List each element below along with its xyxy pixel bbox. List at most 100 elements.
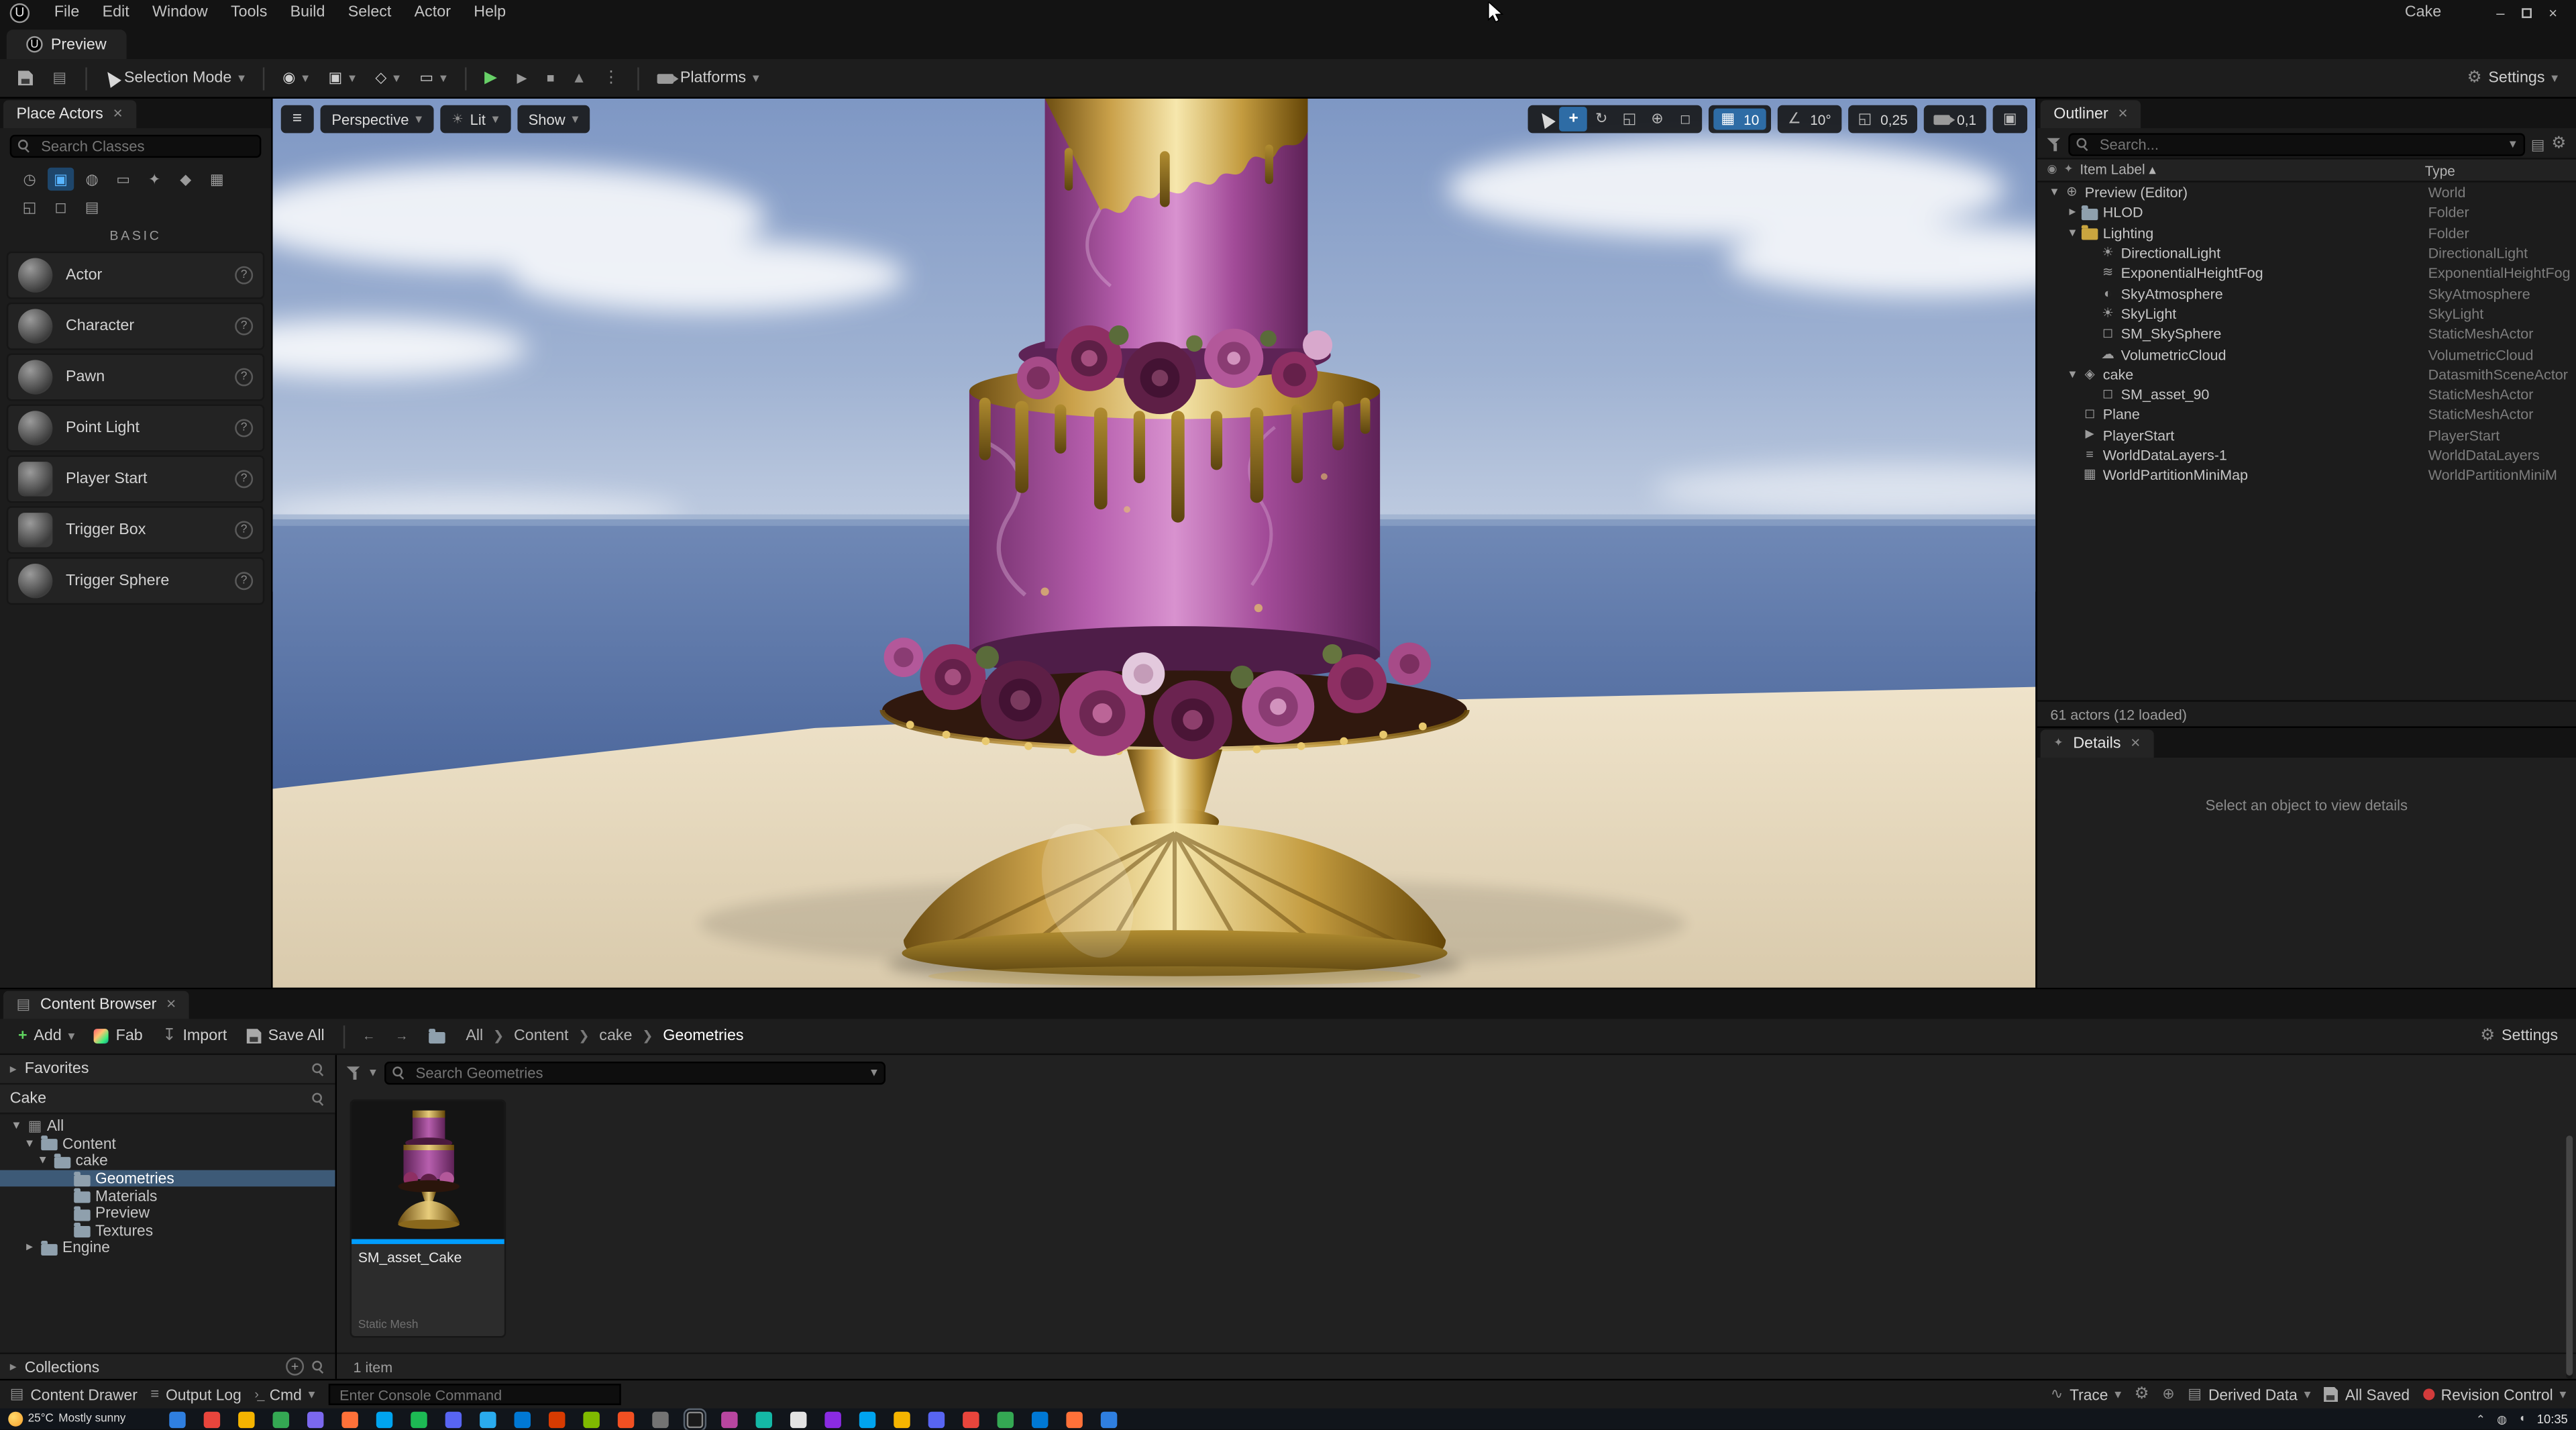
taskbar-app-icon[interactable] (1099, 1411, 1117, 1427)
outliner-tab[interactable]: Outliner (2040, 100, 2141, 129)
close-button[interactable]: × (2540, 1, 2566, 23)
taskbar-unreal-engine-icon[interactable] (682, 1407, 706, 1430)
world-space-icon[interactable] (1644, 107, 1672, 132)
output-log-button[interactable]: Output Log (150, 1386, 241, 1402)
taskbar-app-icon[interactable] (1065, 1411, 1082, 1427)
console-command-bar[interactable] (328, 1384, 621, 1405)
maximize-viewport-icon[interactable] (1996, 107, 2025, 132)
add-collection-icon[interactable] (286, 1357, 305, 1376)
taskbar-app-icon[interactable] (444, 1411, 461, 1427)
weather-widget[interactable]: 25°C Mostly sunny (8, 1411, 125, 1427)
viewport-options-button[interactable] (280, 105, 314, 134)
taskbar-app-icon[interactable] (755, 1411, 771, 1427)
cb-settings-button[interactable]: Settings (2472, 1021, 2566, 1051)
menu-build[interactable]: Build (279, 3, 337, 21)
outliner-settings-icon[interactable] (2551, 136, 2566, 152)
path-folder-button[interactable] (420, 1021, 453, 1051)
visual-effects-category-icon[interactable]: ✦ (142, 168, 168, 191)
surface-snap-icon[interactable] (1671, 107, 1699, 132)
taskbar-app-icon[interactable] (237, 1411, 254, 1427)
editor-modes-button[interactable] (44, 63, 74, 93)
outliner-row[interactable]: VolumetricCloudVolumetricCloud (2037, 344, 2576, 364)
taskbar-app-icon[interactable] (168, 1411, 185, 1427)
search-icon[interactable] (312, 1360, 325, 1374)
rotation-snap-value[interactable]: 10° (1809, 111, 1838, 127)
tree-item-engine[interactable]: Engine (0, 1239, 335, 1257)
close-icon[interactable] (113, 106, 123, 122)
collections-bar[interactable]: Collections (0, 1352, 335, 1379)
details-tab[interactable]: Details (2040, 729, 2154, 758)
outliner-search[interactable] (2068, 133, 2524, 156)
tree-item-cake[interactable]: cake (0, 1152, 335, 1170)
nav-forward-button[interactable] (387, 1021, 417, 1051)
place-actor-item[interactable]: Character (6, 302, 265, 350)
outliner-row[interactable]: SM_asset_90StaticMeshActor (2037, 385, 2576, 405)
taskbar-app-icon[interactable] (720, 1411, 737, 1427)
outliner-row[interactable]: SkyAtmosphereSkyAtmosphere (2037, 283, 2576, 303)
tree-item-all[interactable]: All (0, 1117, 335, 1135)
menu-tools[interactable]: Tools (219, 3, 279, 21)
save-level-button[interactable] (10, 63, 42, 93)
filter-icon[interactable] (346, 1066, 362, 1079)
taskbar-app-icon[interactable] (824, 1411, 841, 1427)
derived-data-dropdown[interactable]: Derived Data (2188, 1386, 2310, 1402)
breadcrumb-all[interactable]: All (466, 1027, 483, 1045)
nav-back-button[interactable] (354, 1021, 384, 1051)
outliner-search-input[interactable] (2096, 134, 2504, 155)
type-column[interactable]: Type (2425, 162, 2567, 178)
favorites-header[interactable]: Favorites (0, 1055, 335, 1085)
outliner-row[interactable]: PlayerStartPlayerStart (2037, 425, 2576, 445)
search-icon[interactable] (312, 1062, 325, 1076)
chevron-down-icon[interactable] (2510, 138, 2516, 152)
tab-preview-level[interactable]: Preview (6, 30, 127, 60)
console-command-input[interactable] (336, 1384, 612, 1405)
shapes-category-icon[interactable]: ◻ (48, 195, 74, 218)
menu-select[interactable]: Select (337, 3, 403, 21)
frame-skip-button[interactable] (508, 63, 535, 93)
move-tool-icon[interactable] (1559, 107, 1588, 132)
import-button[interactable]: Import (154, 1021, 235, 1051)
taskbar-app-icon[interactable] (410, 1411, 427, 1427)
grid-snap-value[interactable]: 10 (1742, 111, 1766, 127)
maximize-button[interactable] (2514, 1, 2540, 23)
menu-edit[interactable]: Edit (91, 3, 140, 21)
taskbar-app-icon[interactable] (616, 1411, 634, 1427)
recently-placed-category-icon[interactable]: ◷ (16, 168, 42, 191)
taskbar-app-icon[interactable] (858, 1411, 875, 1427)
all-classes-category-icon[interactable]: ◱ (16, 195, 42, 218)
tree-item-geometries[interactable]: Geometries (0, 1170, 335, 1188)
add-actor-button[interactable] (274, 63, 317, 93)
asset-sm-asset-cake[interactable]: SM_asset_Cake Static Mesh (350, 1099, 506, 1338)
filter-icon[interactable] (2047, 138, 2061, 152)
camera-speed-icon[interactable] (1927, 107, 1955, 132)
scale-snap-icon[interactable] (1851, 107, 1879, 132)
revision-control-dropdown[interactable]: Revision Control (2422, 1386, 2567, 1402)
place-actors-search[interactable] (9, 134, 262, 158)
level-viewport[interactable]: Perspective Lit Show 10 (272, 98, 2036, 988)
rotation-snap-icon[interactable] (1780, 107, 1809, 132)
rotate-tool-icon[interactable] (1587, 107, 1615, 132)
fab-button[interactable]: Fab (87, 1021, 151, 1051)
view-mode-dropdown[interactable]: Lit (440, 105, 511, 134)
cinematics-button[interactable] (411, 63, 455, 93)
play-options-button[interactable] (594, 63, 627, 93)
tree-item-preview[interactable]: Preview (0, 1205, 335, 1222)
geometry-category-icon[interactable]: ◆ (172, 168, 199, 191)
outliner-row[interactable]: ExponentialHeightFogExponentialHeightFog (2037, 263, 2576, 283)
outliner-row[interactable]: LightingFolder (2037, 223, 2576, 243)
place-actor-item[interactable]: Trigger Sphere (6, 557, 265, 605)
play-button[interactable] (476, 63, 505, 93)
outliner-row[interactable]: WorldPartitionMiniMapWorldPartitionMiniM (2037, 465, 2576, 485)
eject-button[interactable] (566, 63, 592, 93)
selection-mode-dropdown[interactable]: Selection Mode (96, 63, 253, 93)
close-icon[interactable] (2118, 106, 2127, 122)
taskbar-app-icon[interactable] (893, 1411, 910, 1427)
stop-button[interactable] (539, 63, 563, 93)
breadcrumb-cake[interactable]: cake (599, 1027, 632, 1045)
save-all-button[interactable]: Save All (239, 1021, 333, 1051)
asset-search[interactable] (384, 1060, 886, 1084)
menu-help[interactable]: Help (462, 3, 517, 21)
search-icon[interactable] (312, 1092, 325, 1105)
taskbar-app-icon[interactable] (203, 1411, 219, 1427)
outliner-row[interactable]: HLODFolder (2037, 203, 2576, 223)
